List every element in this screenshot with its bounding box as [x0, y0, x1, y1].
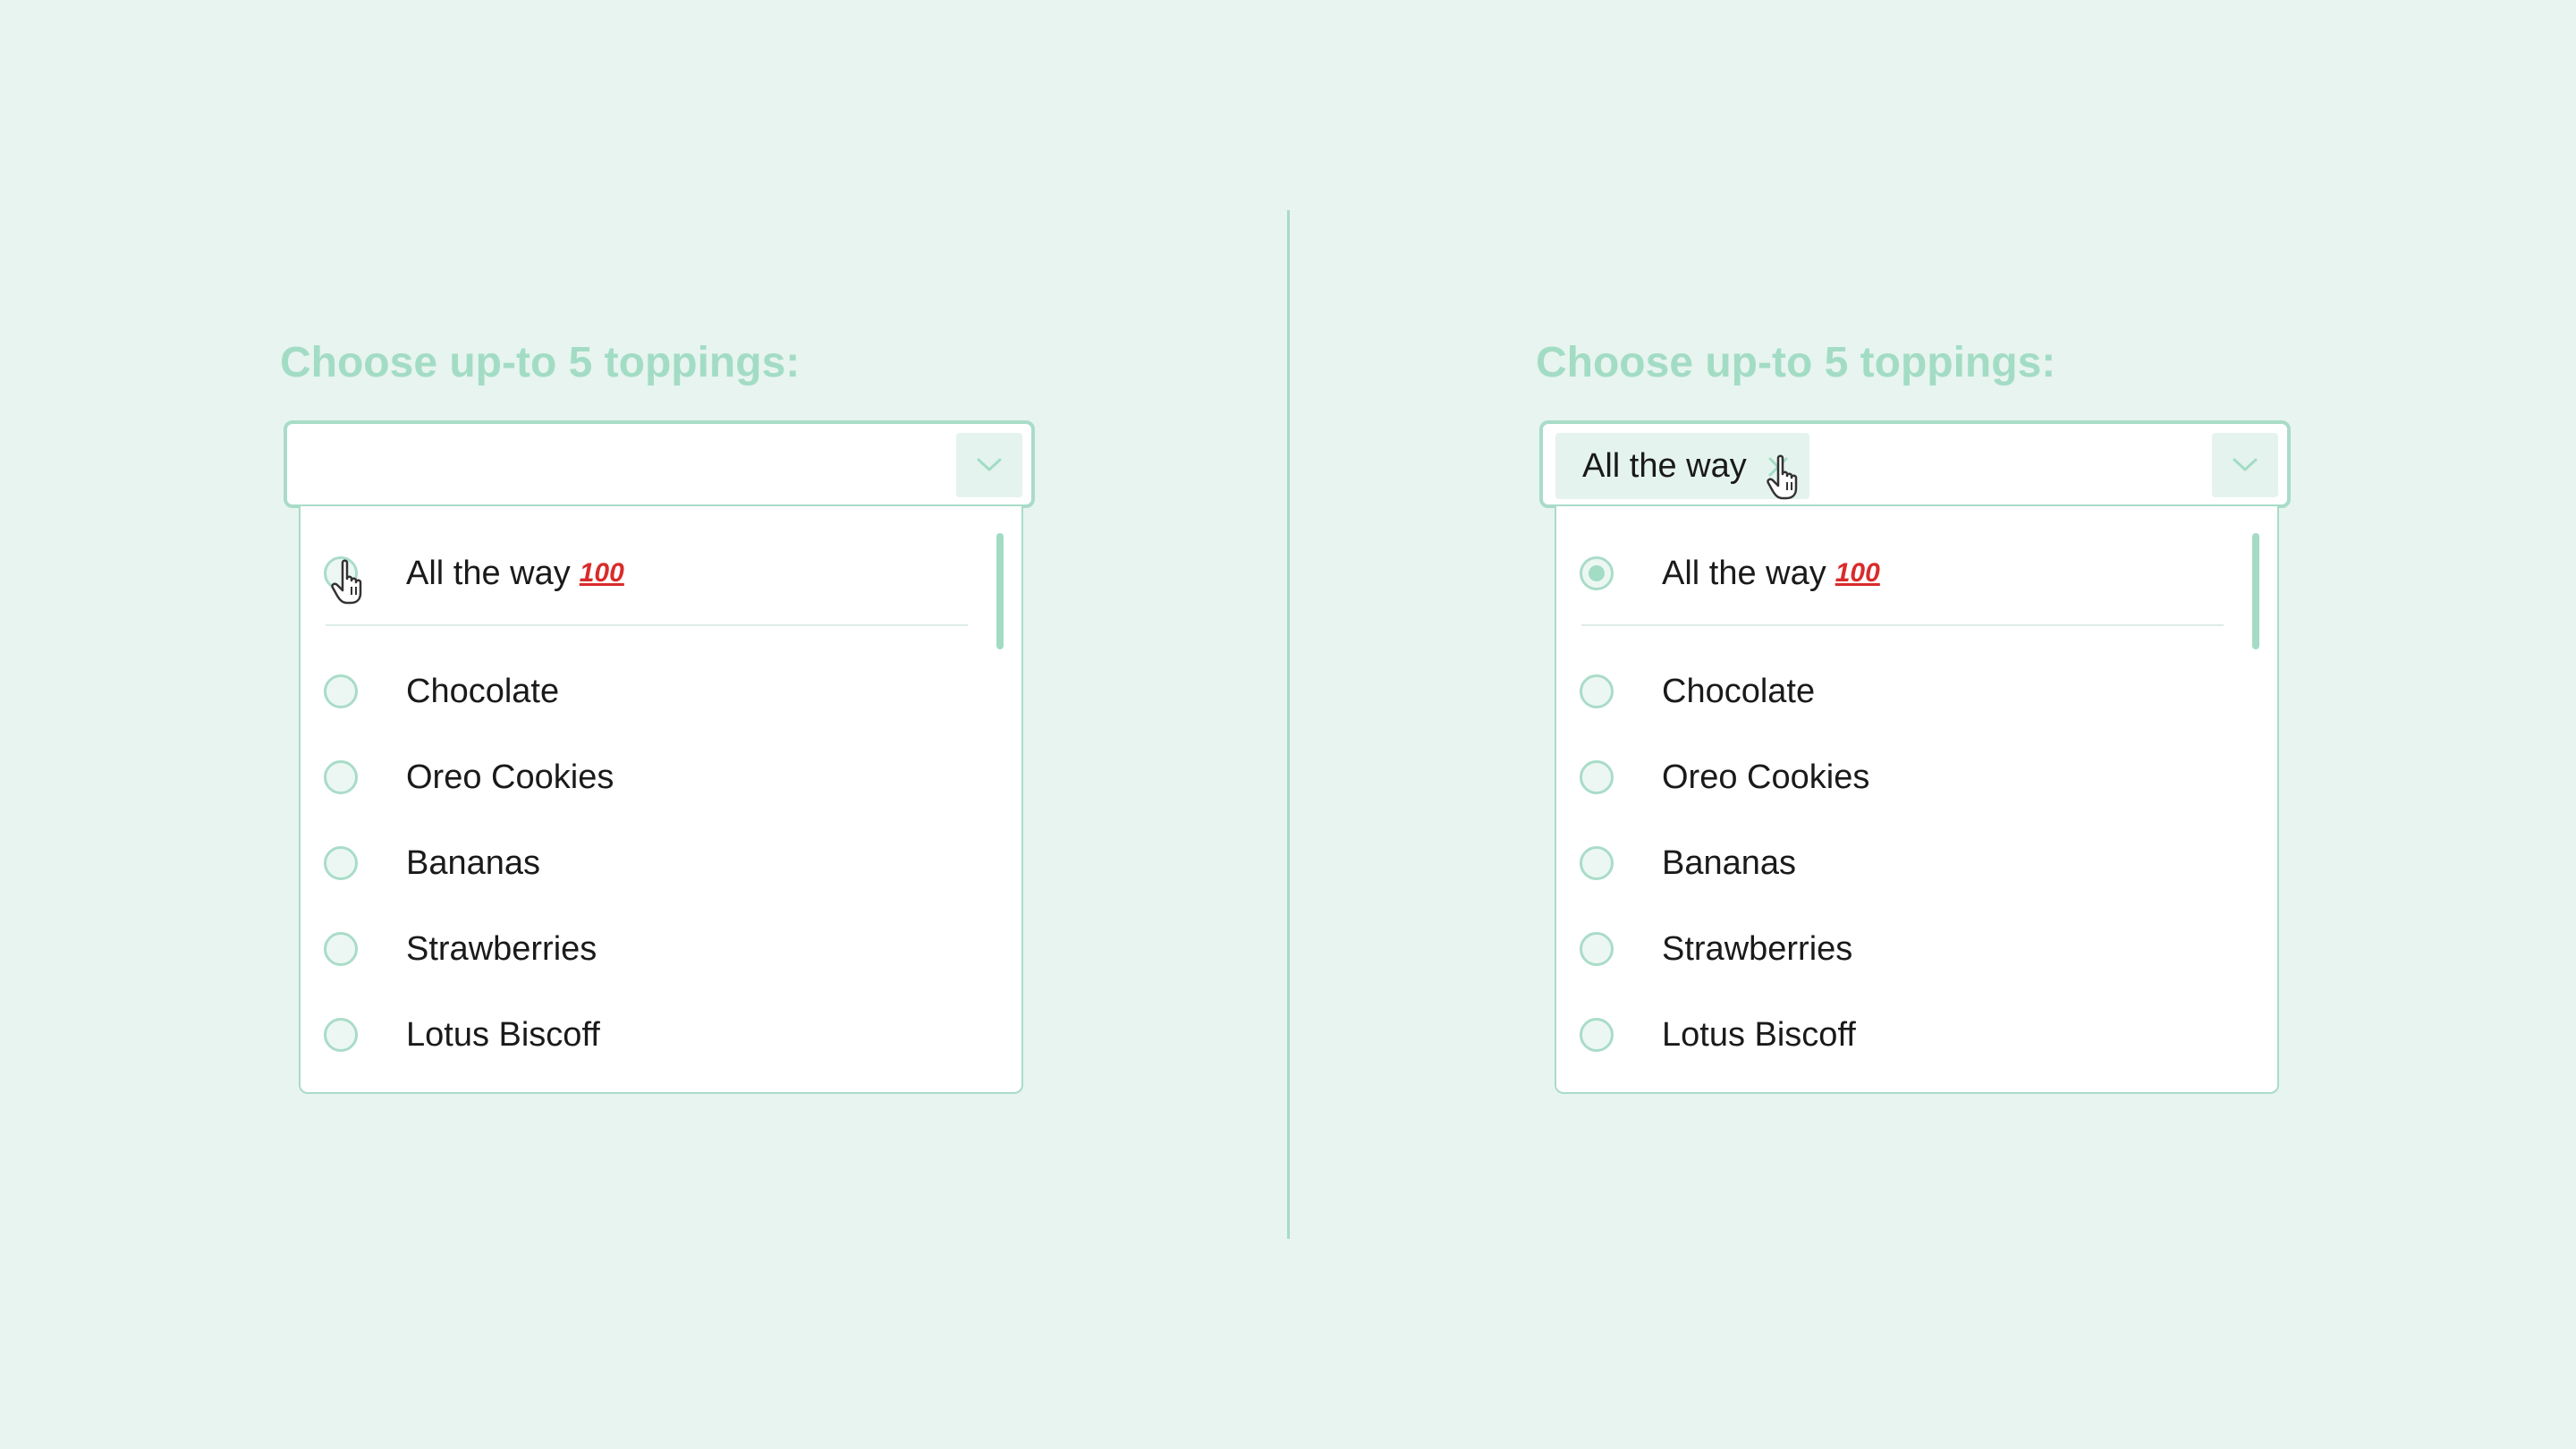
option-lotus-biscoff[interactable]: Lotus Biscoff — [324, 1008, 950, 1062]
radio-button-checked[interactable] — [1580, 556, 1614, 590]
option-label: Chocolate — [1662, 672, 1816, 710]
multi-select-input[interactable]: All the way — [1539, 420, 2291, 508]
scrollbar-thumb[interactable] — [2252, 533, 2259, 649]
scrollbar-thumb[interactable] — [996, 533, 1004, 649]
option-chocolate[interactable]: Chocolate — [1580, 665, 2206, 718]
multi-select-input[interactable] — [284, 420, 1035, 508]
hand-pointer-icon — [1767, 454, 1798, 500]
radio-button[interactable] — [324, 1018, 358, 1052]
option-all-the-way[interactable]: All the way 100 — [1580, 547, 2206, 600]
dropdown-toggle-button[interactable] — [2212, 433, 2278, 497]
option-strawberries[interactable]: Strawberries — [1580, 922, 2206, 976]
panel-divider — [1287, 210, 1290, 1239]
options-dropdown: All the way 100 Chocolate Oreo Cookies B… — [1555, 506, 2279, 1094]
option-lotus-biscoff[interactable]: Lotus Biscoff — [1580, 1008, 2206, 1062]
option-separator — [1581, 624, 2224, 626]
radio-button[interactable] — [1580, 760, 1614, 794]
option-label: Oreo Cookies — [1662, 758, 1870, 796]
option-label: Chocolate — [406, 672, 560, 710]
option-all-the-way[interactable]: All the way 100 — [324, 547, 950, 600]
radio-button[interactable] — [1580, 1018, 1614, 1052]
option-separator — [326, 624, 968, 626]
radio-button[interactable] — [324, 674, 358, 708]
option-label: Bananas — [406, 843, 541, 882]
hand-pointer-icon — [331, 559, 362, 605]
option-chocolate[interactable]: Chocolate — [324, 665, 950, 718]
field-label: Choose up-to 5 toppings: — [280, 339, 801, 386]
field-label: Choose up-to 5 toppings: — [1536, 339, 2056, 386]
radio-button[interactable] — [324, 846, 358, 880]
option-strawberries[interactable]: Strawberries — [324, 922, 950, 976]
option-label: Oreo Cookies — [406, 758, 614, 796]
dropdown-toggle-button[interactable] — [956, 433, 1022, 497]
option-label: Bananas — [1662, 843, 1797, 882]
options-dropdown: All the way 100 Chocolate Oreo Cookies B… — [299, 506, 1023, 1094]
radio-button[interactable] — [1580, 846, 1614, 880]
radio-button[interactable] — [1580, 932, 1614, 966]
option-label: Lotus Biscoff — [406, 1015, 600, 1054]
option-label: Strawberries — [406, 929, 597, 968]
chevron-down-icon — [977, 458, 1002, 471]
option-bananas[interactable]: Bananas — [1580, 836, 2206, 890]
option-label: Strawberries — [1662, 929, 1853, 968]
chip-label: All the way — [1582, 446, 1747, 485]
option-oreo-cookies[interactable]: Oreo Cookies — [324, 750, 950, 804]
option-label: Lotus Biscoff — [1662, 1015, 1856, 1054]
radio-button[interactable] — [324, 932, 358, 966]
radio-button[interactable] — [1580, 674, 1614, 708]
option-label: All the way — [406, 554, 571, 592]
radio-button[interactable] — [324, 760, 358, 794]
option-bananas[interactable]: Bananas — [324, 836, 950, 890]
option-label: All the way — [1662, 554, 1826, 592]
hundred-points-icon: 100 — [579, 558, 624, 588]
option-oreo-cookies[interactable]: Oreo Cookies — [1580, 750, 2206, 804]
hundred-points-icon: 100 — [1835, 558, 1880, 588]
chevron-down-icon — [2233, 458, 2258, 471]
